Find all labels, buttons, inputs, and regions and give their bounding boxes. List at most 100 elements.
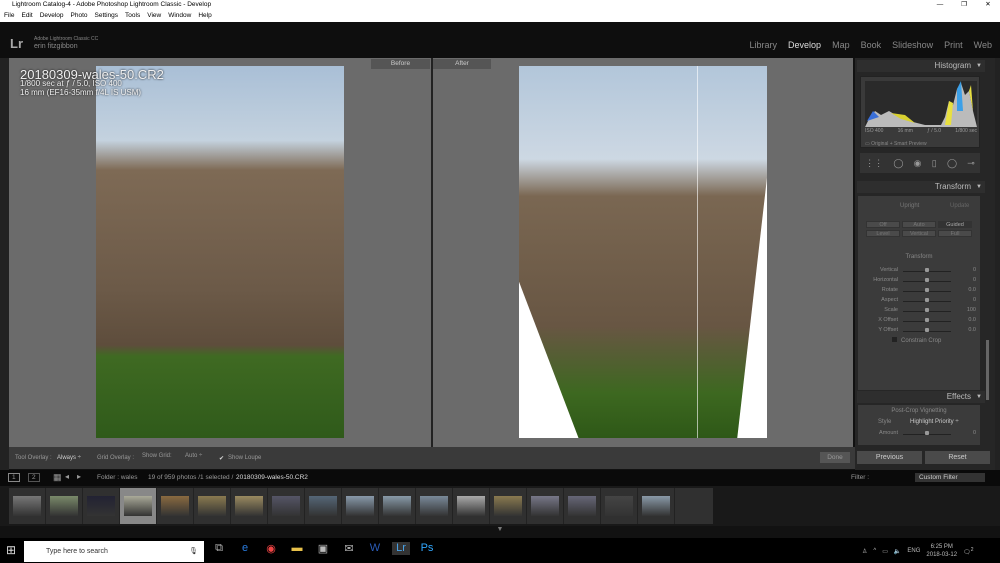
slider-horizontal[interactable]: Horizontal 0 xyxy=(858,276,980,286)
filmstrip-thumbnail[interactable] xyxy=(305,488,342,524)
graduated-filter-icon[interactable]: ▯ xyxy=(932,158,937,169)
menu-develop[interactable]: Develop xyxy=(40,10,64,22)
view-1-button[interactable]: 1 xyxy=(8,473,20,482)
lightroom-taskbar-icon[interactable]: Lr xyxy=(392,542,410,555)
menu-photo[interactable]: Photo xyxy=(71,10,88,22)
slider-aspect[interactable]: Aspect 0 xyxy=(858,296,980,306)
windows-start-icon[interactable]: ⊞ xyxy=(6,543,16,557)
volume-icon[interactable]: 🔈 xyxy=(894,548,901,555)
slider-y-offset[interactable]: Y Offset 0.0 xyxy=(858,326,980,336)
chrome-icon[interactable]: ◉ xyxy=(262,542,280,555)
menu-help[interactable]: Help xyxy=(198,10,211,22)
filmstrip-thumbnail[interactable] xyxy=(83,488,120,524)
slider-value[interactable]: 100 xyxy=(967,307,976,313)
filmstrip-thumbnail[interactable] xyxy=(120,488,157,524)
right-panel-edge[interactable] xyxy=(995,58,1000,470)
maximize-button[interactable]: ❐ xyxy=(952,0,976,10)
upright-full-button[interactable]: Full xyxy=(938,230,972,237)
filmstrip-thumbnail[interactable] xyxy=(601,488,638,524)
slider-value[interactable]: 0 xyxy=(973,277,976,283)
filmstrip-thumbnail[interactable] xyxy=(194,488,231,524)
forward-arrow-icon[interactable]: ▸ xyxy=(77,472,81,481)
module-print[interactable]: Print xyxy=(944,40,963,50)
grid-auto-dropdown[interactable]: Auto ÷ xyxy=(185,453,202,459)
slider-knob[interactable] xyxy=(925,298,929,302)
previous-button[interactable]: Previous xyxy=(857,451,922,464)
red-eye-icon[interactable]: ◉ xyxy=(914,158,922,169)
language-indicator[interactable]: ENG xyxy=(907,548,920,554)
slider-value[interactable]: 0.0 xyxy=(968,287,976,293)
edge-icon[interactable]: e xyxy=(236,542,254,555)
filmstrip-thumbnail[interactable] xyxy=(46,488,83,524)
bottom-panel-toggle[interactable]: ▼ xyxy=(0,526,1000,538)
upright-auto-button[interactable]: Auto xyxy=(902,221,936,228)
slider-value[interactable]: 0 xyxy=(973,267,976,273)
transform-header[interactable]: Transform ▼ xyxy=(857,181,985,193)
slider-x-offset[interactable]: X Offset 0.0 xyxy=(858,316,980,326)
module-slideshow[interactable]: Slideshow xyxy=(892,40,933,50)
filter-dropdown[interactable]: Custom Filter xyxy=(915,473,985,482)
view-2-button[interactable]: 2 xyxy=(28,473,40,482)
collapse-icon[interactable]: ▼ xyxy=(976,181,982,193)
clock[interactable]: 6:25 PM 2018-03-12 xyxy=(926,543,957,559)
menu-window[interactable]: Window xyxy=(168,10,191,22)
menu-edit[interactable]: Edit xyxy=(21,10,32,22)
module-web[interactable]: Web xyxy=(974,40,992,50)
slider-value[interactable]: 0 xyxy=(973,430,976,436)
filmstrip-thumbnail[interactable] xyxy=(268,488,305,524)
slider-value[interactable]: 0.0 xyxy=(968,317,976,323)
filmstrip-thumbnail[interactable] xyxy=(490,488,527,524)
filmstrip-thumbnail[interactable] xyxy=(527,488,564,524)
upright-level-button[interactable]: Level xyxy=(866,230,900,237)
slider-vertical[interactable]: Vertical 0 xyxy=(858,266,980,276)
filmstrip-thumbnail[interactable] xyxy=(564,488,601,524)
word-icon[interactable]: W xyxy=(366,542,384,555)
slider-rotate[interactable]: Rotate 0.0 xyxy=(858,286,980,296)
filmstrip-thumbnail[interactable] xyxy=(638,488,675,524)
guide-line[interactable] xyxy=(697,66,698,438)
file-explorer-icon[interactable]: ▬ xyxy=(288,542,306,555)
filmstrip-thumbnail[interactable] xyxy=(416,488,453,524)
close-button[interactable]: ✕ xyxy=(976,0,1000,10)
adjustment-brush-icon[interactable]: ⊸ xyxy=(967,158,975,169)
collapse-icon[interactable]: ▼ xyxy=(976,391,982,403)
left-panel-toggle[interactable] xyxy=(0,58,9,470)
filmstrip-thumbnail[interactable] xyxy=(231,488,268,524)
smart-preview-status[interactable]: Original + Smart Preview xyxy=(871,141,926,147)
slider-knob[interactable] xyxy=(925,278,929,282)
tool-overlay-dropdown[interactable]: Always ÷ xyxy=(57,455,81,461)
before-photo[interactable] xyxy=(96,66,344,438)
store-icon[interactable]: ▣ xyxy=(314,542,332,555)
slider-scale[interactable]: Scale 100 xyxy=(858,306,980,316)
network-icon[interactable]: ▭ xyxy=(882,548,888,555)
slider-knob[interactable] xyxy=(925,268,929,272)
filmstrip-thumbnail[interactable] xyxy=(157,488,194,524)
upright-off-button[interactable]: Off xyxy=(866,221,900,228)
slider-knob[interactable] xyxy=(925,308,929,312)
histogram[interactable]: ISO 400 16 mm ƒ / 5.0 1/800 sec ▭ Original … xyxy=(860,76,980,148)
show-grid-slider[interactable]: Show Grid: xyxy=(142,453,172,459)
slider-knob[interactable] xyxy=(925,328,929,332)
done-button[interactable]: Done xyxy=(820,452,850,463)
menu-file[interactable]: File xyxy=(4,10,14,22)
update-button[interactable]: Update xyxy=(950,203,969,209)
module-develop[interactable]: Develop xyxy=(788,40,821,50)
minimize-button[interactable]: — xyxy=(928,0,952,10)
folder-source[interactable]: Folder : wales xyxy=(97,474,137,481)
module-book[interactable]: Book xyxy=(861,40,882,50)
back-arrow-icon[interactable]: ◂ xyxy=(65,472,69,481)
collapse-icon[interactable]: ▼ xyxy=(976,60,982,72)
photoshop-icon[interactable]: Ps xyxy=(418,542,436,555)
filmstrip-thumbnail[interactable] xyxy=(379,488,416,524)
mail-icon[interactable]: ✉ xyxy=(340,542,358,555)
constrain-crop-checkbox[interactable] xyxy=(892,337,897,342)
reset-button[interactable]: Reset xyxy=(925,451,990,464)
histogram-header[interactable]: Histogram ▼ xyxy=(857,60,985,72)
slider-knob[interactable] xyxy=(925,318,929,322)
radial-filter-icon[interactable]: ◯ xyxy=(947,158,957,169)
selected-filename[interactable]: 20180309-wales-50.CR2 xyxy=(236,474,308,481)
people-icon[interactable]: ♙ xyxy=(862,548,867,555)
after-photo[interactable] xyxy=(519,66,767,438)
module-map[interactable]: Map xyxy=(832,40,850,50)
filmstrip-thumbnail[interactable] xyxy=(9,488,46,524)
